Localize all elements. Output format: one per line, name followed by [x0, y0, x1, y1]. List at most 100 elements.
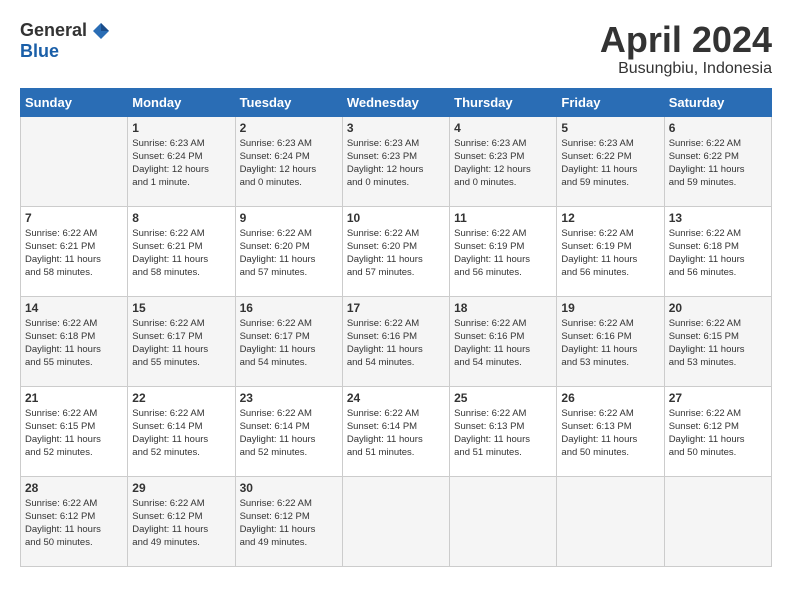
cell-info: Sunrise: 6:22 AM Sunset: 6:13 PM Dayligh…: [561, 407, 659, 460]
calendar-cell: 16Sunrise: 6:22 AM Sunset: 6:17 PM Dayli…: [235, 296, 342, 386]
header-row: SundayMondayTuesdayWednesdayThursdayFrid…: [21, 88, 772, 116]
calendar-cell: 23 Sunrise: 6:22 AM Sunset: 6:14 PM Dayli…: [235, 386, 342, 476]
calendar-cell: 30 Sunrise: 6:22 AM Sunset: 6:12 PM Dayli…: [235, 476, 342, 566]
header-day-wednesday: Wednesday: [342, 88, 449, 116]
month-title: April 2024: [600, 20, 772, 60]
day-number: 3: [347, 121, 445, 135]
day-number: 20: [669, 301, 767, 315]
cell-info: Sunrise: 6:23 AM Sunset: 6:24 PM Dayligh…: [240, 137, 338, 190]
day-number: 9: [240, 211, 338, 225]
calendar-cell: [21, 116, 128, 206]
day-number: 10: [347, 211, 445, 225]
cell-info: Sunrise: 6:22 AM Sunset: 6:16 PM Dayligh…: [347, 317, 445, 370]
header-day-thursday: Thursday: [450, 88, 557, 116]
week-row-2: 7 Sunrise: 6:22 AM Sunset: 6:21 PM Daylig…: [21, 206, 772, 296]
cell-info: Sunrise: 6:22 AM Sunset: 6:21 PM Dayligh…: [132, 227, 230, 280]
calendar-cell: 13 Sunrise: 6:22 AM Sunset: 6:18 PM Dayli…: [664, 206, 771, 296]
day-number: 12: [561, 211, 659, 225]
calendar-cell: 24 Sunrise: 6:22 AM Sunset: 6:14 PM Dayli…: [342, 386, 449, 476]
calendar-cell: 20 Sunrise: 6:22 AM Sunset: 6:15 PM Dayli…: [664, 296, 771, 386]
day-number: 24: [347, 391, 445, 405]
day-number: 29: [132, 481, 230, 495]
calendar-cell: 12 Sunrise: 6:22 AM Sunset: 6:19 PM Dayli…: [557, 206, 664, 296]
cell-info: Sunrise: 6:22 AM Sunset: 6:22 PM Dayligh…: [669, 137, 767, 190]
calendar-cell: [664, 476, 771, 566]
logo: General Blue: [20, 20, 111, 62]
cell-info: Sunrise: 6:22 AM Sunset: 6:16 PM Dayligh…: [454, 317, 552, 370]
header-day-friday: Friday: [557, 88, 664, 116]
cell-info: Sunrise: 6:22 AM Sunset: 6:18 PM Dayligh…: [669, 227, 767, 280]
day-number: 25: [454, 391, 552, 405]
cell-info: Sunrise: 6:22 AM Sunset: 6:16 PM Dayligh…: [561, 317, 659, 370]
cell-info: Sunrise: 6:22 AM Sunset: 6:19 PM Dayligh…: [454, 227, 552, 280]
calendar-cell: 11Sunrise: 6:22 AM Sunset: 6:19 PM Dayli…: [450, 206, 557, 296]
cell-info: Sunrise: 6:22 AM Sunset: 6:21 PM Dayligh…: [25, 227, 123, 280]
calendar-cell: 8 Sunrise: 6:22 AM Sunset: 6:21 PM Daylig…: [128, 206, 235, 296]
cell-info: Sunrise: 6:23 AM Sunset: 6:23 PM Dayligh…: [347, 137, 445, 190]
cell-info: Sunrise: 6:22 AM Sunset: 6:14 PM Dayligh…: [132, 407, 230, 460]
day-number: 16: [240, 301, 338, 315]
calendar-cell: 14 Sunrise: 6:22 AM Sunset: 6:18 PM Dayli…: [21, 296, 128, 386]
day-number: 28: [25, 481, 123, 495]
calendar-table: SundayMondayTuesdayWednesdayThursdayFrid…: [20, 88, 772, 567]
logo-general-text: General: [20, 20, 87, 41]
calendar-cell: 5 Sunrise: 6:23 AM Sunset: 6:22 PM Daylig…: [557, 116, 664, 206]
day-number: 7: [25, 211, 123, 225]
cell-info: Sunrise: 6:22 AM Sunset: 6:12 PM Dayligh…: [240, 497, 338, 550]
week-row-4: 21 Sunrise: 6:22 AM Sunset: 6:15 PM Dayli…: [21, 386, 772, 476]
cell-info: Sunrise: 6:22 AM Sunset: 6:20 PM Dayligh…: [240, 227, 338, 280]
cell-info: Sunrise: 6:22 AM Sunset: 6:15 PM Dayligh…: [669, 317, 767, 370]
day-number: 17: [347, 301, 445, 315]
calendar-cell: 3 Sunrise: 6:23 AM Sunset: 6:23 PM Daylig…: [342, 116, 449, 206]
cell-info: Sunrise: 6:22 AM Sunset: 6:14 PM Dayligh…: [347, 407, 445, 460]
calendar-cell: 1 Sunrise: 6:23 AM Sunset: 6:24 PM Daylig…: [128, 116, 235, 206]
day-number: 18: [454, 301, 552, 315]
calendar-cell: 22Sunrise: 6:22 AM Sunset: 6:14 PM Dayli…: [128, 386, 235, 476]
cell-info: Sunrise: 6:22 AM Sunset: 6:14 PM Dayligh…: [240, 407, 338, 460]
calendar-cell: 7 Sunrise: 6:22 AM Sunset: 6:21 PM Daylig…: [21, 206, 128, 296]
logo-icon: [91, 21, 111, 41]
page-header: General Blue April 2024 Busungbiu, Indon…: [20, 20, 772, 78]
day-number: 5: [561, 121, 659, 135]
header-day-monday: Monday: [128, 88, 235, 116]
calendar-cell: 27 Sunrise: 6:22 AM Sunset: 6:12 PM Dayli…: [664, 386, 771, 476]
day-number: 14: [25, 301, 123, 315]
calendar-cell: 29 Sunrise: 6:22 AM Sunset: 6:12 PM Dayli…: [128, 476, 235, 566]
calendar-cell: 25Sunrise: 6:22 AM Sunset: 6:13 PM Dayli…: [450, 386, 557, 476]
calendar-cell: 18 Sunrise: 6:22 AM Sunset: 6:16 PM Dayli…: [450, 296, 557, 386]
day-number: 15: [132, 301, 230, 315]
logo-blue-text: Blue: [20, 41, 59, 62]
calendar-cell: 6 Sunrise: 6:22 AM Sunset: 6:22 PM Daylig…: [664, 116, 771, 206]
calendar-cell: 21 Sunrise: 6:22 AM Sunset: 6:15 PM Dayli…: [21, 386, 128, 476]
location: Busungbiu, Indonesia: [600, 60, 772, 78]
cell-info: Sunrise: 6:22 AM Sunset: 6:17 PM Dayligh…: [132, 317, 230, 370]
cell-info: Sunrise: 6:22 AM Sunset: 6:15 PM Dayligh…: [25, 407, 123, 460]
day-number: 13: [669, 211, 767, 225]
calendar-cell: 9 Sunrise: 6:22 AM Sunset: 6:20 PM Daylig…: [235, 206, 342, 296]
calendar-cell: 26 Sunrise: 6:22 AM Sunset: 6:13 PM Dayli…: [557, 386, 664, 476]
day-number: 8: [132, 211, 230, 225]
day-number: 1: [132, 121, 230, 135]
cell-info: Sunrise: 6:22 AM Sunset: 6:12 PM Dayligh…: [132, 497, 230, 550]
week-row-3: 14 Sunrise: 6:22 AM Sunset: 6:18 PM Dayli…: [21, 296, 772, 386]
cell-info: Sunrise: 6:23 AM Sunset: 6:22 PM Dayligh…: [561, 137, 659, 190]
cell-info: Sunrise: 6:23 AM Sunset: 6:23 PM Dayligh…: [454, 137, 552, 190]
day-number: 27: [669, 391, 767, 405]
day-number: 6: [669, 121, 767, 135]
header-day-tuesday: Tuesday: [235, 88, 342, 116]
calendar-cell: [342, 476, 449, 566]
day-number: 19: [561, 301, 659, 315]
cell-info: Sunrise: 6:23 AM Sunset: 6:24 PM Dayligh…: [132, 137, 230, 190]
day-number: 26: [561, 391, 659, 405]
week-row-1: 1 Sunrise: 6:23 AM Sunset: 6:24 PM Daylig…: [21, 116, 772, 206]
cell-info: Sunrise: 6:22 AM Sunset: 6:18 PM Dayligh…: [25, 317, 123, 370]
header-day-sunday: Sunday: [21, 88, 128, 116]
cell-info: Sunrise: 6:22 AM Sunset: 6:12 PM Dayligh…: [669, 407, 767, 460]
header-day-saturday: Saturday: [664, 88, 771, 116]
day-number: 21: [25, 391, 123, 405]
cell-info: Sunrise: 6:22 AM Sunset: 6:19 PM Dayligh…: [561, 227, 659, 280]
day-number: 4: [454, 121, 552, 135]
week-row-5: 28 Sunrise: 6:22 AM Sunset: 6:12 PM Dayli…: [21, 476, 772, 566]
day-number: 23: [240, 391, 338, 405]
day-number: 30: [240, 481, 338, 495]
